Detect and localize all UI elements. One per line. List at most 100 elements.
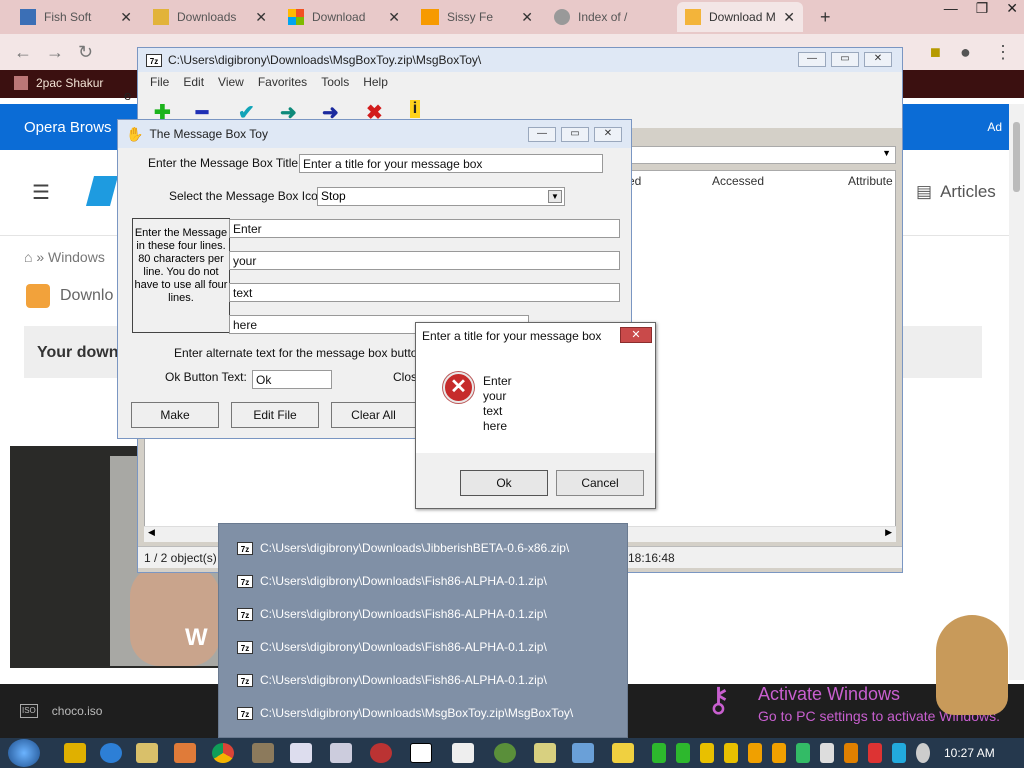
cancel-button[interactable]: Cancel	[556, 470, 644, 496]
minimize-button[interactable]: —	[528, 127, 556, 142]
notepad-icon[interactable]	[452, 743, 474, 763]
column-attributes[interactable]: Attribute	[848, 174, 893, 192]
column-accessed[interactable]: Accessed	[712, 174, 764, 192]
tool-icon[interactable]	[820, 743, 834, 763]
warning-icon[interactable]	[724, 743, 738, 763]
sevenzip-taskbar-icon[interactable]	[410, 743, 432, 763]
edit-file-button[interactable]: Edit File	[231, 402, 319, 428]
menu-view[interactable]: View	[218, 75, 244, 89]
page-scrollbar[interactable]	[1009, 104, 1024, 680]
close-icon[interactable]: ✕	[114, 9, 132, 26]
message-line-3[interactable]	[229, 283, 620, 302]
download-item[interactable]: ISO choco.iso	[20, 704, 102, 718]
shield-icon[interactable]	[796, 743, 810, 763]
app-icon[interactable]	[252, 743, 274, 763]
ok-button-text-input[interactable]	[252, 370, 332, 389]
close-icon[interactable]: ✕	[620, 327, 652, 343]
message-line-1[interactable]	[229, 219, 620, 238]
tab-downloads[interactable]: Downloads ✕	[145, 2, 275, 32]
media-player-icon[interactable]	[64, 743, 86, 763]
taskbar-clock[interactable]: 10:27 AM	[944, 746, 995, 760]
tab-sissy[interactable]: Sissy Fe ✕	[413, 2, 541, 32]
close-button[interactable]: ✕	[864, 52, 892, 67]
close-icon[interactable]: ✕	[249, 9, 267, 26]
minimize-button[interactable]: —	[798, 52, 826, 67]
make-button[interactable]: Make	[131, 402, 219, 428]
recent-item[interactable]: 7z C:\Users\digibrony\Downloads\Jibberish…	[237, 537, 569, 559]
clear-all-button[interactable]: Clear All	[331, 402, 416, 428]
scrollbar-thumb[interactable]	[1013, 122, 1020, 192]
ok-button[interactable]: Ok	[460, 470, 548, 496]
logo-icon[interactable]	[85, 176, 119, 206]
reload-icon[interactable]: ↻	[78, 42, 93, 63]
back-icon[interactable]: ←	[14, 42, 32, 63]
profile-icon[interactable]: ●	[960, 42, 971, 63]
maximize-button[interactable]: ▭	[831, 52, 859, 67]
bookmark-icon	[14, 76, 28, 90]
menu-icon[interactable]: ⋮	[994, 42, 1012, 63]
close-button[interactable]: ✕	[594, 127, 622, 142]
minimize-icon[interactable]: —	[944, 0, 958, 20]
icon-select[interactable]: Stop ▼	[317, 187, 565, 206]
file-explorer-icon[interactable]	[136, 743, 158, 763]
breadcrumb-item[interactable]: » Windows	[36, 249, 104, 265]
sevenzip-titlebar[interactable]: 7z C:\Users\digibrony\Downloads\MsgBoxTo…	[138, 48, 902, 72]
scroll-right-icon[interactable]: ▶	[885, 527, 892, 538]
recent-item[interactable]: 7z C:\Users\digibrony\Downloads\Fish86-AL…	[237, 636, 547, 658]
network-icon[interactable]	[892, 743, 906, 763]
antivirus-icon[interactable]	[370, 743, 392, 763]
volume-icon[interactable]	[916, 743, 930, 763]
maximize-icon[interactable]: ❐	[976, 0, 989, 20]
notes-icon[interactable]	[534, 743, 556, 763]
new-tab-button[interactable]: +	[812, 2, 842, 32]
tab-fish-soft[interactable]: Fish Soft ✕	[12, 2, 140, 32]
close-icon[interactable]: ✕	[382, 9, 400, 26]
close-icon[interactable]: ✕	[1006, 0, 1018, 20]
recent-item[interactable]: 7z C:\Users\digibrony\Downloads\Fish86-AL…	[237, 603, 547, 625]
chrome-icon[interactable]	[212, 743, 234, 763]
title-input[interactable]	[299, 154, 603, 173]
firefox-icon[interactable]	[174, 743, 196, 763]
menu-favorites[interactable]: Favorites	[258, 75, 307, 89]
close-icon[interactable]: ✕	[777, 9, 795, 26]
extension-icon[interactable]: ■	[930, 42, 941, 63]
shield-icon[interactable]	[772, 743, 786, 763]
internet-explorer-icon[interactable]	[100, 743, 122, 763]
message-line-2[interactable]	[229, 251, 620, 270]
chevron-down-icon[interactable]: ▼	[882, 148, 891, 158]
check-icon[interactable]	[652, 743, 666, 763]
tab-download-m[interactable]: Download M ✕	[677, 2, 803, 32]
tab-download-ms[interactable]: Download ✕	[280, 2, 408, 32]
bookmark-2pac[interactable]: 2pac Shakur	[14, 76, 103, 90]
articles-link[interactable]: ▤ Articles	[916, 182, 996, 202]
shield-icon[interactable]	[748, 743, 762, 763]
recent-item[interactable]: 7z C:\Users\digibrony\Downloads\Fish86-AL…	[237, 570, 547, 592]
chevron-down-icon[interactable]: ▼	[548, 190, 562, 203]
info-icon[interactable]: i	[410, 100, 420, 118]
window-icon[interactable]	[330, 743, 352, 763]
close-icon[interactable]: ✕	[515, 9, 533, 26]
recent-item[interactable]: 7z C:\Users\digibrony\Downloads\MsgBoxToy…	[237, 702, 573, 724]
msgboxtoy-taskbar-icon[interactable]	[612, 743, 634, 763]
start-button[interactable]	[8, 739, 40, 767]
search-icon[interactable]	[844, 743, 858, 763]
tab-label: Index of /	[578, 10, 628, 24]
window-icon[interactable]	[290, 743, 312, 763]
forward-icon[interactable]: →	[46, 42, 64, 63]
ad-label: Ad	[987, 120, 1002, 134]
maximize-button[interactable]: ▭	[561, 127, 589, 142]
home-icon[interactable]: ⌂	[24, 249, 32, 265]
check-icon[interactable]	[676, 743, 690, 763]
app-icon[interactable]	[494, 743, 516, 763]
hamburger-icon[interactable]: ☰	[32, 180, 50, 205]
menu-help[interactable]: Help	[363, 75, 388, 89]
flag-icon[interactable]	[868, 743, 882, 763]
menu-edit[interactable]: Edit	[183, 75, 204, 89]
tab-index-of[interactable]: Index of /	[546, 2, 674, 32]
menu-tools[interactable]: Tools	[321, 75, 349, 89]
monitor-icon[interactable]	[572, 743, 594, 763]
scroll-left-icon[interactable]: ◀	[148, 527, 155, 538]
recent-item[interactable]: 7z C:\Users\digibrony\Downloads\Fish86-AL…	[237, 669, 547, 691]
menu-file[interactable]: File	[150, 75, 169, 89]
warning-icon[interactable]	[700, 743, 714, 763]
